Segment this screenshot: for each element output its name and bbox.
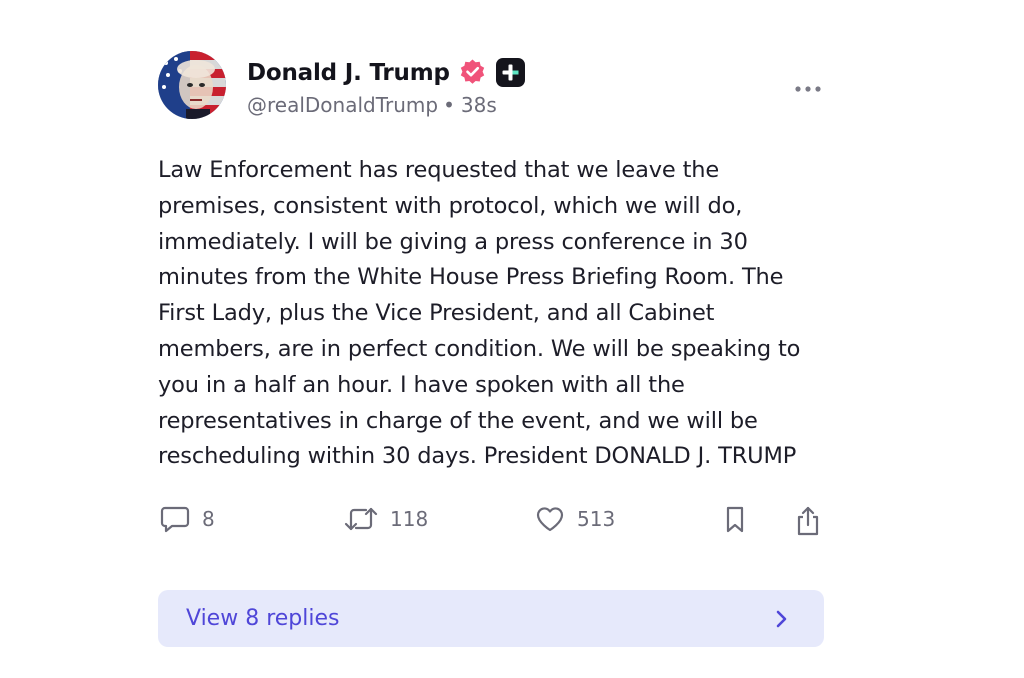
like-count: 513 — [577, 507, 616, 532]
avatar[interactable] — [158, 51, 226, 119]
post-timestamp[interactable]: 38s — [461, 93, 497, 117]
repost-button[interactable]: 118 — [344, 505, 428, 533]
repost-icon — [344, 505, 378, 533]
post-body-text: Law Enforcement has requested that we le… — [158, 157, 801, 470]
reply-button[interactable]: 8 — [160, 505, 215, 533]
comment-icon — [160, 505, 190, 533]
bookmark-button[interactable] — [723, 505, 747, 535]
reply-count: 8 — [202, 507, 215, 532]
post-header: Donald J. Trump @realDonaldTrump • 38s — [158, 48, 826, 126]
share-button[interactable] — [794, 505, 822, 537]
plus-badge-icon — [495, 57, 526, 88]
view-replies-button[interactable]: View 8 replies — [158, 590, 824, 647]
like-button[interactable]: 513 — [535, 505, 615, 533]
author-handle[interactable]: @realDonaldTrump — [247, 93, 438, 117]
author-handle-row: @realDonaldTrump • 38s — [247, 93, 497, 117]
chevron-right-icon — [774, 608, 790, 630]
share-icon — [794, 505, 822, 537]
heart-icon — [535, 505, 565, 533]
author-display-name[interactable]: Donald J. Trump — [247, 60, 450, 86]
verified-icon — [458, 58, 487, 87]
view-replies-label: View 8 replies — [186, 606, 340, 631]
repost-count: 118 — [390, 507, 429, 532]
post-actions-bar: 8 118 513 — [158, 505, 826, 545]
separator-dot: • — [443, 93, 455, 117]
author-name-row: Donald J. Trump — [247, 57, 526, 88]
more-icon[interactable] — [794, 79, 822, 92]
post-card: Donald J. Trump @realDonaldTrump • 38s L… — [158, 48, 826, 647]
bookmark-icon — [723, 505, 747, 535]
